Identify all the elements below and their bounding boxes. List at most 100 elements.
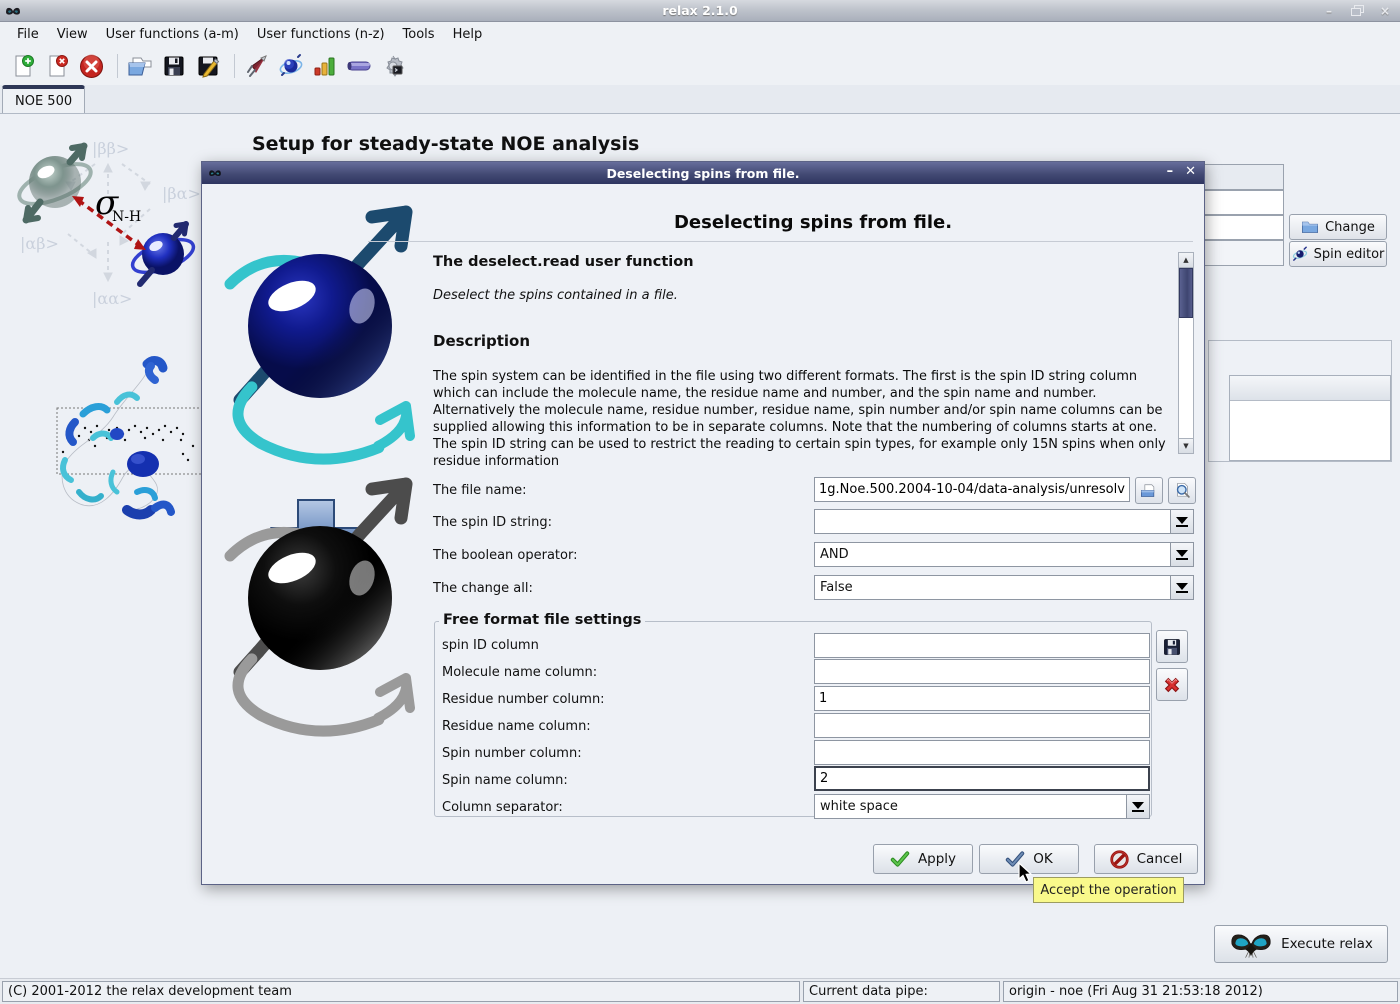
molecule-name-column-label: Molecule name column: [442, 665, 597, 680]
results-viewer-icon[interactable] [310, 51, 340, 81]
spins-table-header [1230, 376, 1390, 401]
save-free-format-button[interactable] [1156, 630, 1188, 663]
apply-button[interactable]: Apply [873, 844, 973, 874]
menu-file[interactable]: File [8, 24, 48, 45]
chevron-down-icon[interactable] [1170, 509, 1194, 534]
boolean-operator-label: The boolean operator: [433, 548, 577, 563]
column-separator-combo[interactable]: white space [814, 794, 1150, 819]
close-all-icon[interactable] [76, 51, 106, 81]
close-button[interactable]: × [1376, 3, 1394, 18]
scrollbar-thumb[interactable] [1179, 268, 1193, 318]
execute-relax-label: Execute relax [1281, 936, 1373, 952]
file-name-input[interactable] [814, 477, 1130, 502]
residue-number-column-input[interactable] [814, 686, 1150, 711]
spin-id-combo[interactable] [814, 509, 1194, 534]
relax-prompt-icon[interactable] [378, 51, 408, 81]
chevron-down-icon[interactable] [1126, 794, 1150, 819]
status-copyright: (C) 2001-2012 the relax development team [2, 981, 800, 1002]
spin-id-column-label: spin ID column [442, 638, 539, 653]
state-ba-label: |βα> [162, 184, 201, 203]
cancel-button-label: Cancel [1137, 851, 1183, 867]
menu-user-functions-nz[interactable]: User functions (n-z) [248, 24, 394, 45]
cancel-button[interactable]: Cancel [1094, 844, 1198, 874]
dialog-close-button[interactable]: ✕ [1185, 164, 1196, 179]
spin-id-column-input[interactable] [814, 633, 1150, 658]
protein-structure-image [5, 342, 210, 542]
change-all-combo[interactable]: False [814, 575, 1194, 600]
description-scrollbar[interactable]: ▲ ▼ [1178, 252, 1194, 454]
function-title: The deselect.read user function [433, 254, 694, 270]
residue-name-column-label: Residue name column: [442, 719, 591, 734]
file-open-button[interactable] [1135, 477, 1163, 504]
pipe-editor-icon[interactable] [344, 51, 374, 81]
window-title: relax 2.1.0 [0, 3, 1400, 18]
heading-divider [368, 241, 1193, 242]
change-all-value[interactable]: False [814, 575, 1170, 600]
deselect-artwork [210, 194, 428, 754]
scroll-down-icon[interactable]: ▼ [1179, 438, 1193, 453]
spin-id-label: The spin ID string: [433, 515, 552, 530]
folder-icon [1301, 220, 1319, 234]
function-description: Deselect the spins contained in a file. [433, 288, 678, 303]
state-aa-label: |αα> [92, 289, 132, 308]
molecule-name-column-input[interactable] [814, 659, 1150, 684]
state-ab-label: |αβ> [20, 234, 59, 253]
open-state-icon[interactable] [125, 51, 155, 81]
status-pipe-label: Current data pipe: [803, 981, 1000, 1002]
menu-user-functions-am[interactable]: User functions (a-m) [97, 24, 248, 45]
status-pipe-value: origin - noe (Fri Aug 31 21:53:18 2012) [1003, 981, 1398, 1002]
spins-table [1229, 375, 1391, 461]
spin-viewer-icon[interactable] [276, 51, 306, 81]
boolean-operator-value[interactable]: AND [814, 542, 1170, 567]
save-as-icon[interactable] [193, 51, 223, 81]
ok-button-label: OK [1033, 851, 1052, 867]
save-state-icon[interactable] [159, 51, 189, 81]
spin-editor-button[interactable]: Spin editor [1289, 241, 1387, 267]
tab-noe-500[interactable]: NOE 500 [2, 85, 85, 113]
spin-name-column-label: Spin name column: [442, 773, 568, 788]
change-button[interactable]: Change [1289, 214, 1387, 240]
spin-number-column-label: Spin number column: [442, 746, 582, 761]
execute-relax-button[interactable]: Execute relax [1214, 925, 1388, 963]
column-separator-value[interactable]: white space [814, 794, 1126, 819]
tab-label: NOE 500 [15, 94, 72, 109]
relax-controller-icon[interactable] [242, 51, 272, 81]
window-titlebar: relax 2.1.0 – × [0, 0, 1400, 22]
spin-number-column-input[interactable] [814, 740, 1150, 765]
tab-bar: NOE 500 [0, 85, 1400, 113]
dialog-heading: Deselecting spins from file. [433, 212, 1193, 233]
file-name-label: The file name: [433, 483, 527, 498]
apply-button-label: Apply [918, 851, 956, 867]
boolean-operator-combo[interactable]: AND [814, 542, 1194, 567]
spin-name-column-input[interactable] [814, 766, 1150, 791]
maximize-button[interactable] [1348, 3, 1366, 18]
change-all-label: The change all: [433, 581, 533, 596]
deselect-read-dialog: Deselecting spins from file. – ✕ [201, 161, 1205, 885]
residue-number-column-label: Residue number column: [442, 692, 605, 707]
column-separator-label: Column separator: [442, 800, 563, 815]
cancel-icon [1110, 850, 1129, 869]
relax-butterfly-icon [5, 5, 21, 17]
minimize-button[interactable]: – [1320, 3, 1338, 18]
description-heading: Description [433, 332, 530, 350]
state-bb-label: |ββ> [92, 139, 129, 158]
chevron-down-icon[interactable] [1170, 575, 1194, 600]
close-analysis-icon[interactable] [42, 51, 72, 81]
reset-free-format-button[interactable] [1156, 668, 1188, 701]
butterfly-icon [1229, 929, 1273, 959]
menu-tools[interactable]: Tools [394, 24, 444, 45]
residue-name-column-input[interactable] [814, 713, 1150, 738]
dialog-butterfly-icon [208, 168, 222, 178]
file-preview-button[interactable] [1168, 477, 1196, 504]
magnifier-icon [1174, 482, 1191, 499]
menu-help[interactable]: Help [444, 24, 492, 45]
spin-id-value[interactable] [814, 509, 1170, 534]
new-analysis-icon[interactable] [8, 51, 38, 81]
scroll-up-icon[interactable]: ▲ [1179, 253, 1193, 268]
toolbar-separator [117, 54, 118, 78]
mouse-cursor [1018, 862, 1033, 884]
toolbar-separator [234, 54, 235, 78]
chevron-down-icon[interactable] [1170, 542, 1194, 567]
menu-view[interactable]: View [48, 24, 97, 45]
dialog-minimize-button[interactable]: – [1167, 164, 1174, 179]
